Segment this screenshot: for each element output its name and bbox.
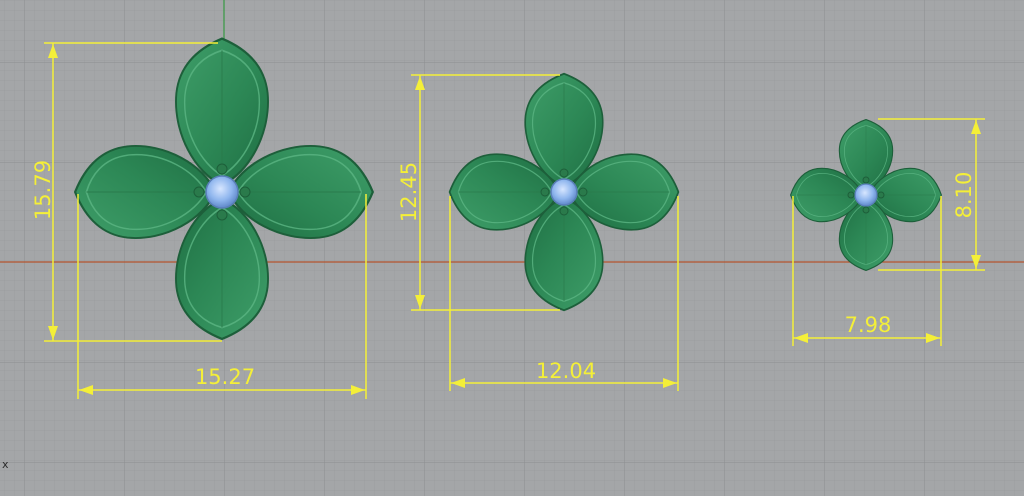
dimension-small-width-label: 7.98 — [845, 313, 892, 337]
dimension-medium-height-label: 12.45 — [397, 162, 421, 222]
dimension-large-width-label: 15.27 — [195, 365, 255, 389]
gem-center-medium — [550, 178, 578, 206]
axis-indicator-label: x — [2, 458, 9, 471]
viewport-top[interactable]: 15.79 15.27 12.45 12.04 8.10 7.98 x — [0, 0, 1024, 496]
dimension-large-height-label: 15.79 — [31, 160, 55, 220]
dimension-small-height-label: 8.10 — [952, 172, 976, 219]
gem-center-large — [205, 175, 239, 209]
dimension-medium-width-label: 12.04 — [536, 359, 596, 383]
model-canvas[interactable]: 15.79 15.27 12.45 12.04 8.10 7.98 — [0, 0, 1024, 496]
gem-center-small — [854, 183, 878, 207]
